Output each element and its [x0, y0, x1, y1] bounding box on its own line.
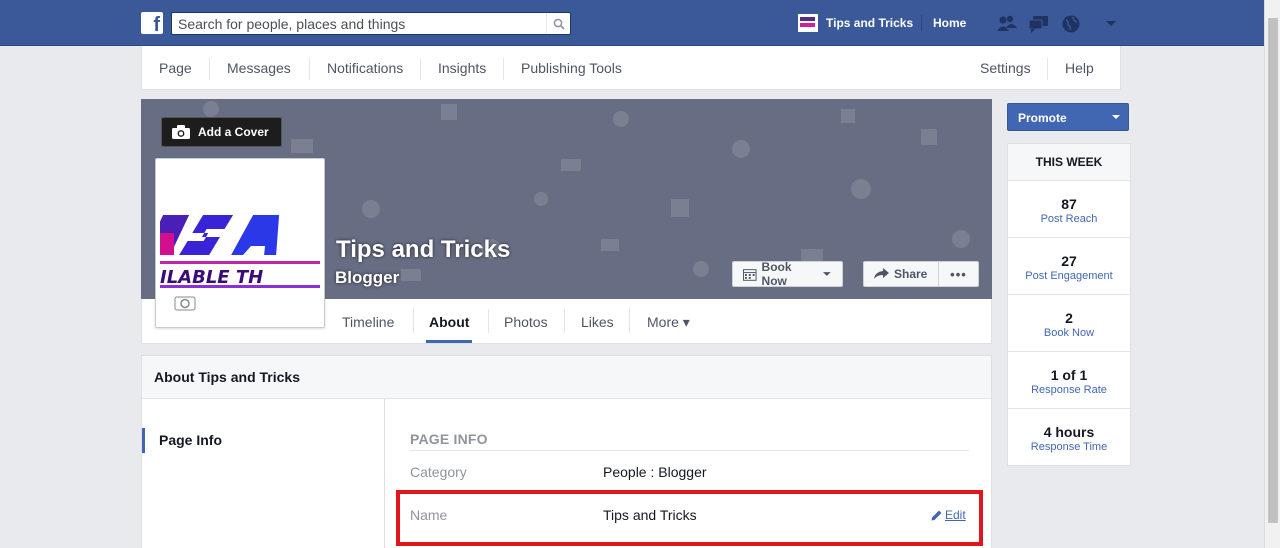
search-input[interactable]	[172, 13, 542, 34]
stat-label[interactable]: Post Engagement	[1008, 269, 1130, 283]
cover-page-category[interactable]: Blogger	[335, 268, 399, 288]
admin-nav-settings[interactable]: Settings	[963, 46, 1048, 90]
chevron-down-icon[interactable]	[1104, 104, 1128, 130]
home-link[interactable]: Home	[933, 16, 966, 30]
scrollbar-thumb[interactable]	[1268, 18, 1278, 523]
page-info-title: PAGE INFO	[410, 431, 488, 447]
calendar-icon	[743, 268, 757, 281]
more-options-button[interactable]: •••	[938, 261, 979, 287]
category-label: Category	[410, 464, 467, 480]
camera-icon	[174, 296, 196, 311]
page-admin-nav: Page Messages Notifications Insights Pub…	[141, 46, 1121, 120]
book-now-button[interactable]: Book Now	[732, 260, 843, 288]
admin-nav-messages[interactable]: Messages	[210, 46, 308, 90]
stat-label[interactable]: Response Time	[1008, 440, 1130, 454]
tab-separator	[629, 309, 630, 333]
profile-picture[interactable]: ILABLE TH	[155, 158, 325, 328]
share-label: Share	[894, 267, 928, 281]
this-week-panel: THIS WEEK 87 Post Reach 27 Post Engageme…	[1007, 143, 1131, 466]
topbar-divider	[921, 15, 922, 31]
book-now-label: Book Now	[761, 260, 792, 288]
admin-nav-notifications[interactable]: Notifications	[310, 46, 420, 90]
tab-timeline[interactable]: Timeline	[342, 299, 394, 343]
tab-more[interactable]: More ▾	[647, 299, 690, 343]
about-header: About Tips and Tricks	[142, 356, 991, 399]
section-divider	[410, 450, 969, 451]
about-nav-page-info[interactable]: Page Info	[142, 428, 384, 453]
stat-post-reach[interactable]: 87 Post Reach	[1008, 181, 1130, 238]
share-arrow-icon	[874, 268, 889, 279]
tab-separator	[413, 309, 414, 333]
stat-post-engagement[interactable]: 27 Post Engagement	[1008, 238, 1130, 295]
admin-nav-help[interactable]: Help ▾	[1048, 46, 1120, 120]
cover-page-title[interactable]: Tips and Tricks	[336, 236, 510, 264]
search-button[interactable]	[546, 13, 570, 34]
add-cover-label: Add a Cover	[198, 125, 269, 139]
page-shortcut-label: Tips and Tricks	[826, 16, 914, 30]
tab-photos[interactable]: Photos	[504, 299, 548, 343]
promote-button[interactable]: Promote	[1007, 103, 1129, 131]
stat-response-time[interactable]: 4 hours Response Time	[1008, 409, 1130, 466]
stat-label[interactable]: Book Now	[1008, 326, 1130, 340]
category-value[interactable]: People : Blogger	[603, 464, 707, 480]
share-button[interactable]: Share	[863, 261, 939, 287]
friend-requests-icon[interactable]	[996, 14, 1018, 34]
tab-separator	[564, 309, 565, 333]
scrollbar[interactable]	[1264, 0, 1280, 548]
about-left-nav: Page Info	[142, 399, 385, 548]
search-icon	[553, 18, 565, 30]
page-shortcut-link[interactable]: Tips and Tricks	[798, 14, 913, 32]
profile-picture-image: ILABLE TH	[160, 163, 320, 323]
stat-label[interactable]: Post Reach	[1008, 212, 1130, 226]
camera-icon	[172, 125, 190, 139]
tab-about[interactable]: About	[426, 299, 473, 343]
chevron-down-icon	[823, 272, 832, 276]
notifications-globe-icon[interactable]	[1060, 14, 1082, 34]
profile-picture-text: ILABLE TH	[160, 267, 263, 288]
stat-value: 27	[1061, 253, 1077, 269]
promote-label: Promote	[1018, 111, 1067, 125]
tab-separator	[488, 309, 489, 333]
stat-value: 4 hours	[1043, 424, 1095, 440]
tab-likes[interactable]: Likes	[581, 299, 614, 343]
stat-label[interactable]: Response Rate	[1008, 383, 1130, 397]
top-bar: f Tips and Tricks Home	[0, 0, 1264, 46]
this-week-title: THIS WEEK	[1008, 144, 1130, 181]
messages-icon[interactable]	[1028, 14, 1050, 34]
facebook-logo-icon[interactable]: f	[141, 12, 163, 34]
highlight-box	[396, 490, 983, 546]
stat-value: 87	[1061, 196, 1077, 212]
admin-nav-page[interactable]: Page	[142, 46, 209, 90]
admin-nav-publishing-tools[interactable]: Publishing Tools	[504, 46, 639, 90]
search-box[interactable]	[171, 12, 571, 35]
page-thumbnail	[798, 14, 818, 32]
add-cover-button[interactable]: Add a Cover	[161, 117, 282, 147]
stat-value: 1 of 1	[1050, 367, 1088, 383]
stat-response-rate[interactable]: 1 of 1 Response Rate	[1008, 352, 1130, 409]
admin-nav-insights[interactable]: Insights	[421, 46, 503, 90]
stat-value: 2	[1065, 310, 1073, 326]
account-menu-chevron-down-icon[interactable]	[1100, 14, 1122, 34]
stat-book-now[interactable]: 2 Book Now	[1008, 295, 1130, 352]
